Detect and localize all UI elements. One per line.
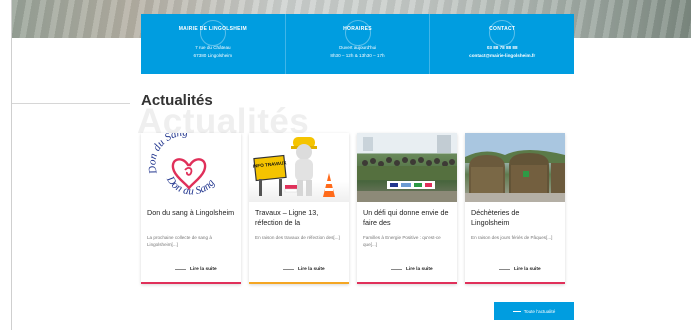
dash-icon [391,269,402,270]
read-more-label: Lire la suite [190,267,217,272]
info-horaires-hours: 8h30 – 12h & 13h30 – 17h [330,53,385,58]
read-more-link[interactable]: Lire la suite [283,267,325,272]
news-card[interactable]: Un défi qui donne envie de faire des Fam… [357,133,457,284]
svg-text:Don du Sang: Don du Sang [146,133,188,176]
read-more-link[interactable]: Lire la suite [499,267,541,272]
read-more-label: Lire la suite [406,267,433,272]
recycling-containers-photo [465,133,565,202]
card-accent-bar [249,282,349,284]
all-news-label: Toute l'actualité [523,308,556,314]
read-more-label: Lire la suite [298,267,325,272]
card-title[interactable]: Déchèteries de Lingolsheim [471,208,559,228]
read-more-link[interactable]: Lire la suite [391,267,433,272]
card-accent-bar [141,282,241,284]
card-title[interactable]: Un défi qui donne envie de faire des [363,208,451,228]
news-cards: Don du Sang Don du Sang Don du sang à Li… [141,133,565,284]
news-card[interactable]: Don du Sang Don du Sang Don du sang à Li… [141,133,241,284]
card-image[interactable]: INFO TRAVAUX [249,133,349,202]
contact-phone-link[interactable]: 03 88 78 88 88 [487,45,518,51]
news-card[interactable]: INFO TRAVAUX Travaux – Ligne 13, réfecti… [249,133,349,284]
construction-worker-illustration: INFO TRAVAUX [253,137,335,197]
card-excerpt: La prochaine collecte de sang à Lingolsh… [147,235,212,247]
blood-donation-logo: Don du Sang Don du Sang [146,133,217,197]
card-title[interactable]: Travaux – Ligne 13, réfection de la [255,208,343,228]
section-title: Actualités [141,92,213,109]
info-mairie-address: 7 rue du Château [195,45,231,50]
dash-icon [175,269,186,270]
info-mairie-postcode: 67380 Lingolsheim [193,53,233,58]
dash-icon [283,269,294,270]
dash-icon [512,310,521,312]
info-contact: CONTACT 03 88 78 88 88 contact@mairie-li… [430,14,574,74]
card-excerpt: Familles à Energie Positive : qu'est-ce … [363,235,441,247]
card-accent-bar [465,282,565,284]
read-more-link[interactable]: Lire la suite [175,267,217,272]
card-excerpt: En raison des travaux de réfection des[.… [255,235,340,240]
location-icon [199,20,226,46]
card-excerpt: En raison des jours fériés de Pâques[...… [471,235,553,240]
info-mairie-title: MAIRIE DE LINGOLSHEIM [178,26,247,32]
info-horaires: HORAIRES Ouvert aujourd'hui 8h30 – 12h &… [286,14,431,74]
all-news-button[interactable]: Toute l'actualité [494,302,574,320]
card-image[interactable]: Don du Sang Don du Sang [141,133,241,202]
logo-text-top: Don du Sang [146,133,188,176]
card-image[interactable] [465,133,565,202]
read-more-label: Lire la suite [514,267,541,272]
clock-icon [344,20,371,46]
info-mairie: MAIRIE DE LINGOLSHEIM 7 rue du Château 6… [141,14,286,74]
left-border-line [11,0,12,330]
news-card[interactable]: Déchèteries de Lingolsheim En raison des… [465,133,565,284]
section-divider [12,103,130,104]
info-horaires-status: Ouvert aujourd'hui [338,45,377,50]
contact-email-link[interactable]: contact@mairie-lingolsheim.fr [469,53,535,59]
dash-icon [499,269,510,270]
info-contact-title: CONTACT [489,26,516,32]
card-accent-bar [357,282,457,284]
card-title[interactable]: Don du sang à Lingolsheim [147,208,235,228]
card-image[interactable] [357,133,457,202]
phone-icon [489,20,516,46]
group-photo [357,133,457,202]
info-horaires-title: HORAIRES [343,26,372,32]
info-bar: MAIRIE DE LINGOLSHEIM 7 rue du Château 6… [141,14,574,74]
